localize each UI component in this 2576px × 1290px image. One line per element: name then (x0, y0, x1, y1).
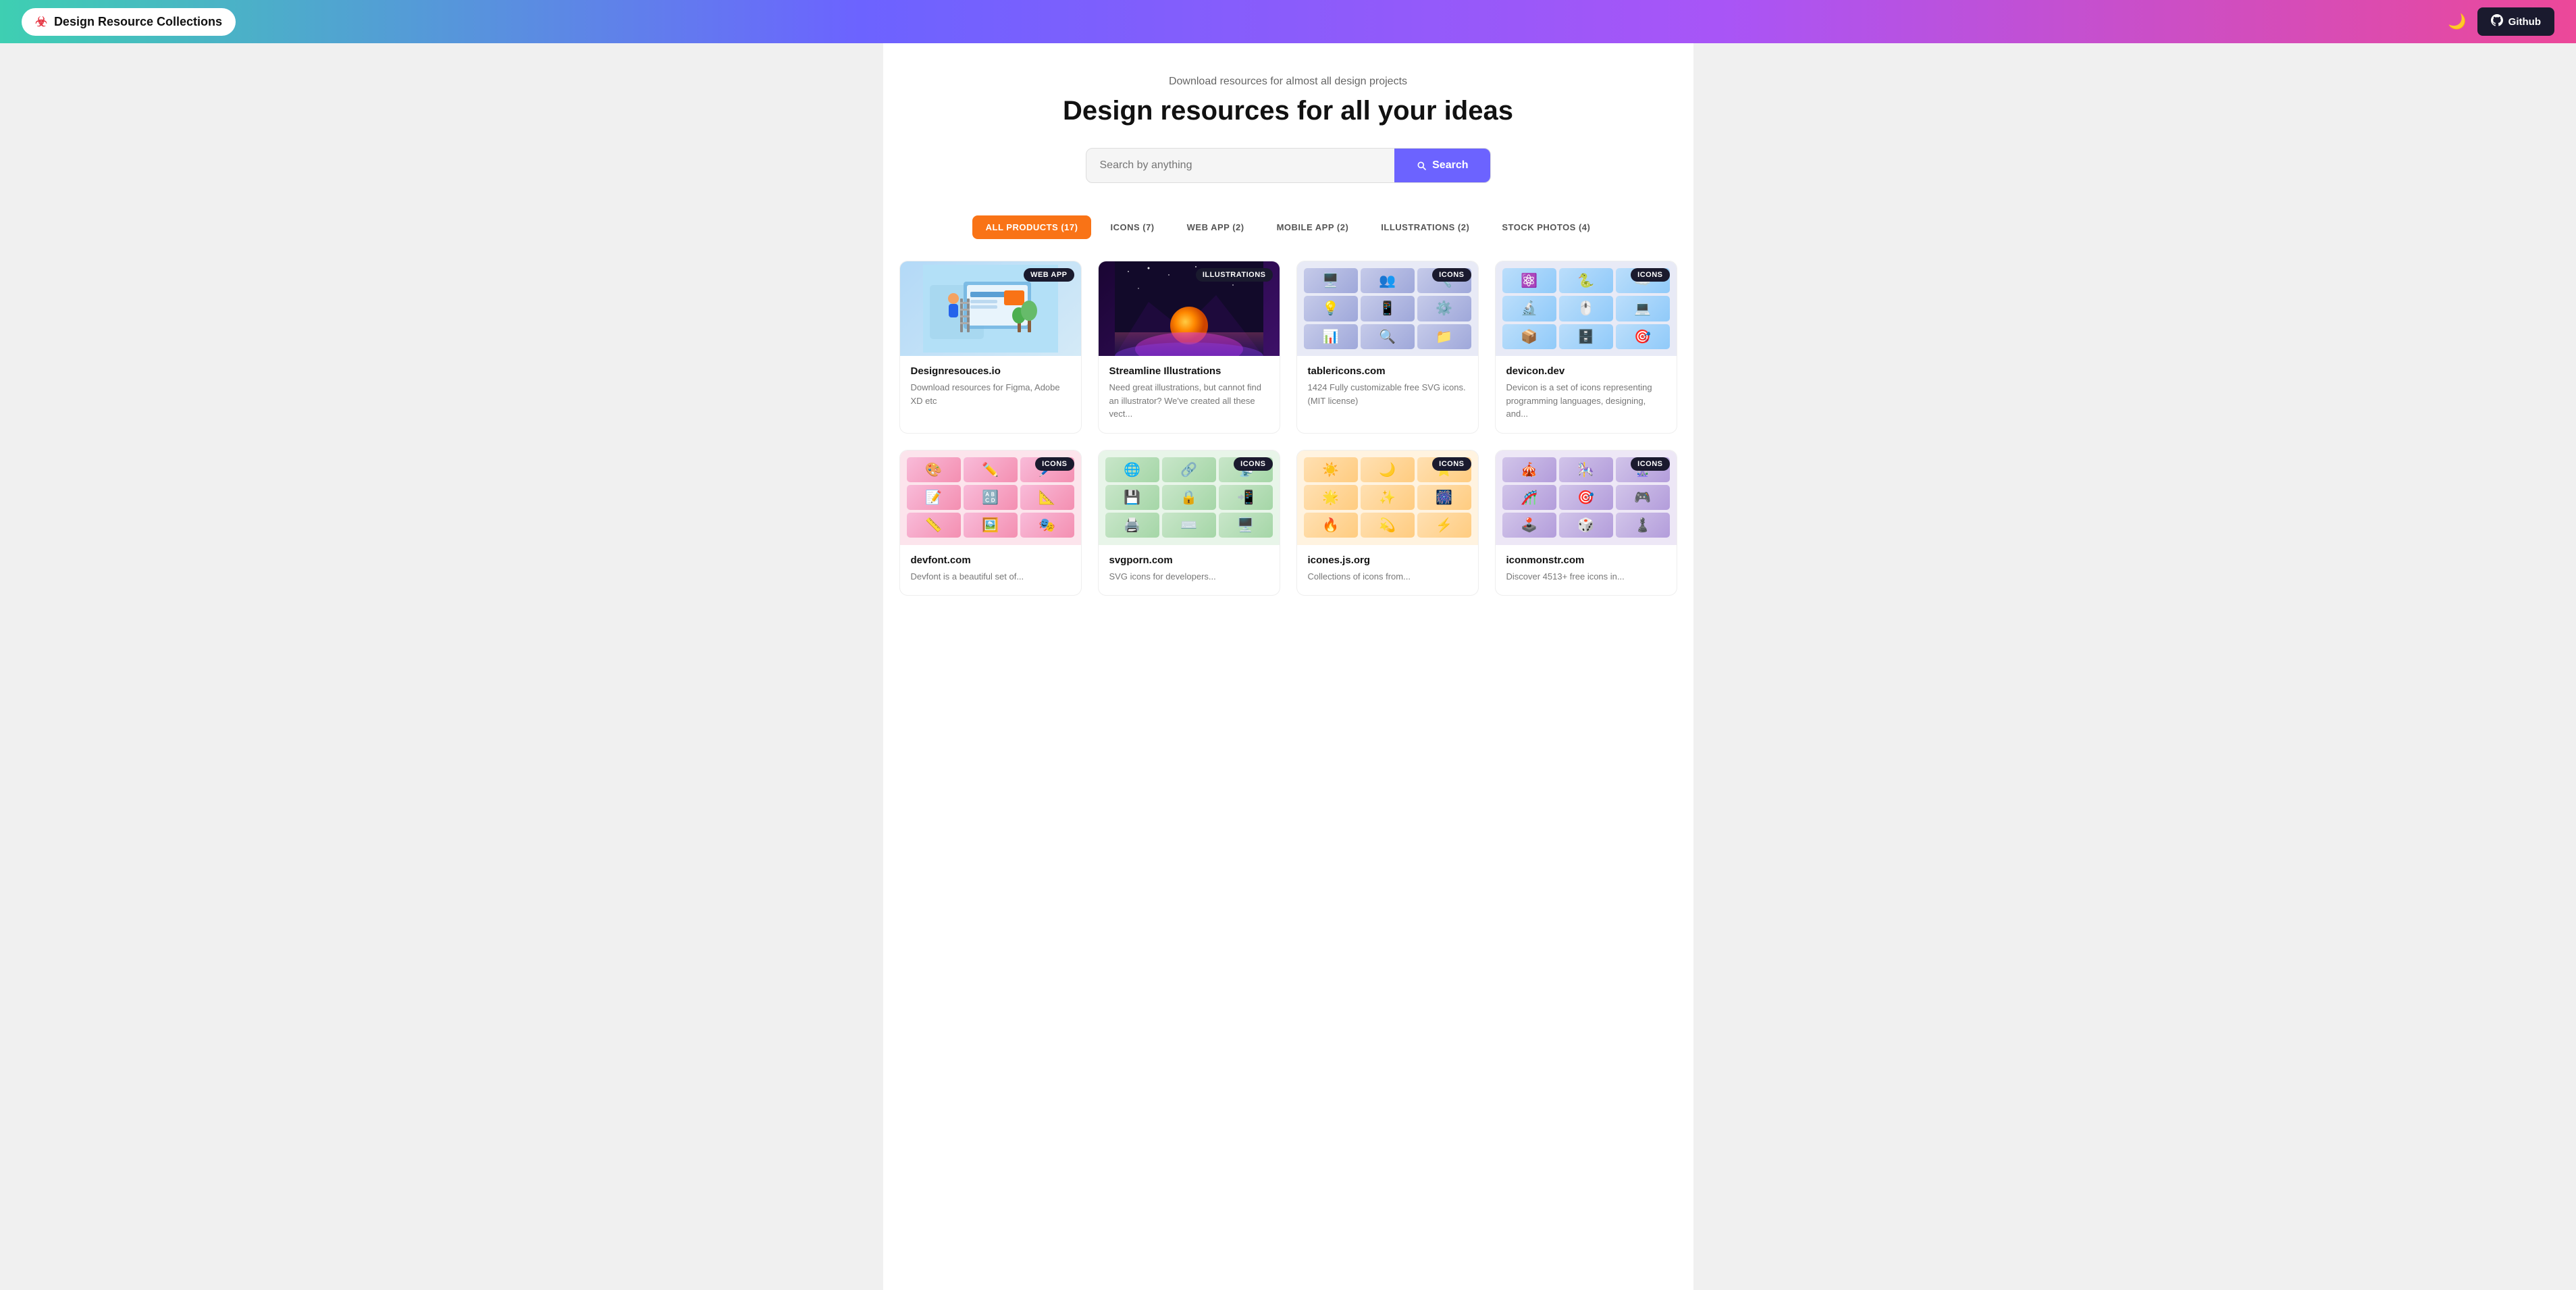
github-button[interactable]: Github (2477, 7, 2554, 36)
filter-tabs: ALL PRODUCTS (17) ICONS (7) WEB APP (2) … (899, 215, 1677, 239)
brand[interactable]: ☣ Design Resource Collections (22, 8, 236, 36)
tab-all-products[interactable]: ALL PRODUCTS (17) (972, 215, 1092, 239)
card-badge-illustrations: ILLUSTRATIONS (1196, 268, 1273, 282)
brand-label: Design Resource Collections (54, 15, 222, 29)
card-title: devfont.com (911, 554, 1070, 566)
card-iconesjs[interactable]: ☀️ 🌙 ⭐ 🌟 ✨ 🎆 🔥 💫 ⚡ ICONS icones.js.org C… (1296, 450, 1479, 596)
card-title: icones.js.org (1308, 554, 1467, 566)
card-devicon[interactable]: ⚛️ 🐍 ☁️ 🔬 🖱️ 💻 📦 🗄️ 🎯 ICONS devicon.dev … (1495, 261, 1677, 434)
card-badge-icons-devfont: ICONS (1035, 457, 1074, 471)
card-iconmonstr[interactable]: 🎪 🎠 🎡 🎢 🎯 🎮 🕹️ 🎲 ♟️ ICONS iconmonstr.com… (1495, 450, 1677, 596)
card-image: ⚛️ 🐍 ☁️ 🔬 🖱️ 💻 📦 🗄️ 🎯 ICONS (1496, 261, 1677, 356)
card-image: 🌐 🔗 📡 💾 🔒 📲 🖨️ ⌨️ 🖥️ ICONS (1099, 450, 1280, 545)
card-devfont[interactable]: 🎨 ✏️ 🖊️ 📝 🔠 📐 📏 🖼️ 🎭 ICONS devfont.com D… (899, 450, 1082, 596)
card-title: Streamline Illustrations (1109, 365, 1269, 377)
card-title: devicon.dev (1506, 365, 1666, 377)
card-desc: Devfont is a beautiful set of... (911, 570, 1070, 584)
card-body: tablericons.com 1424 Fully customizable … (1297, 356, 1478, 419)
card-title: tablericons.com (1308, 365, 1467, 377)
github-icon (2491, 14, 2503, 29)
card-body: svgporn.com SVG icons for developers... (1099, 545, 1280, 596)
card-desc: Download resources for Figma, Adobe XD e… (911, 381, 1070, 407)
card-image: ILLUSTRATIONS (1099, 261, 1280, 356)
card-body: icones.js.org Collections of icons from.… (1297, 545, 1478, 596)
card-image: 🖥️ 👥 🔧 💡 📱 ⚙️ 📊 🔍 📁 ICONS (1297, 261, 1478, 356)
card-title: iconmonstr.com (1506, 554, 1666, 566)
search-button-label: Search (1432, 159, 1468, 172)
card-badge-icons-iconesjs: ICONS (1432, 457, 1471, 471)
card-desc: Discover 4513+ free icons in... (1506, 570, 1666, 584)
card-badge-icons-svgporn: ICONS (1234, 457, 1272, 471)
search-bar: Search (1086, 148, 1491, 183)
card-desc: Collections of icons from... (1308, 570, 1467, 584)
card-image: 🎨 ✏️ 🖊️ 📝 🔠 📐 📏 🖼️ 🎭 ICONS (900, 450, 1081, 545)
card-image: WEB APP (900, 261, 1081, 356)
card-streamline[interactable]: ILLUSTRATIONS Streamline Illustrations N… (1098, 261, 1280, 434)
card-svgporn[interactable]: 🌐 🔗 📡 💾 🔒 📲 🖨️ ⌨️ 🖥️ ICONS svgporn.com S… (1098, 450, 1280, 596)
search-icon (1416, 160, 1427, 171)
moon-icon: 🌙 (2448, 13, 2466, 30)
card-designresouces[interactable]: WEB APP Designresouces.io Download resou… (899, 261, 1082, 434)
github-label: Github (2508, 16, 2541, 28)
card-badge-icons-iconmonstr: ICONS (1631, 457, 1669, 471)
card-body: devicon.dev Devicon is a set of icons re… (1496, 356, 1677, 433)
tab-mobile-app[interactable]: MOBILE APP (2) (1263, 215, 1363, 239)
hero-subtitle: Download resources for almost all design… (899, 76, 1677, 88)
card-body: devfont.com Devfont is a beautiful set o… (900, 545, 1081, 596)
card-body: iconmonstr.com Discover 4513+ free icons… (1496, 545, 1677, 596)
card-badge-webapp: WEB APP (1024, 268, 1074, 282)
card-badge-icons: ICONS (1432, 268, 1471, 282)
card-desc: SVG icons for developers... (1109, 570, 1269, 584)
card-title: svgporn.com (1109, 554, 1269, 566)
dark-mode-button[interactable]: 🌙 (2448, 13, 2466, 30)
card-body: Streamline Illustrations Need great illu… (1099, 356, 1280, 433)
card-body: Designresouces.io Download resources for… (900, 356, 1081, 419)
card-desc: 1424 Fully customizable free SVG icons. … (1308, 381, 1467, 407)
tab-icons[interactable]: ICONS (7) (1097, 215, 1167, 239)
card-title: Designresouces.io (911, 365, 1070, 377)
tab-stock-photos[interactable]: STOCK PHOTOS (4) (1488, 215, 1604, 239)
tab-illustrations[interactable]: ILLUSTRATIONS (2) (1367, 215, 1483, 239)
card-tablericons[interactable]: 🖥️ 👥 🔧 💡 📱 ⚙️ 📊 🔍 📁 ICONS tablericons.co… (1296, 261, 1479, 434)
card-badge-icons-devicon: ICONS (1631, 268, 1669, 282)
cards-grid: WEB APP Designresouces.io Download resou… (899, 261, 1677, 596)
main-content: Download resources for almost all design… (883, 43, 1693, 1290)
biohazard-icon: ☣ (35, 14, 47, 30)
card-image: 🎪 🎠 🎡 🎢 🎯 🎮 🕹️ 🎲 ♟️ ICONS (1496, 450, 1677, 545)
hero-section: Download resources for almost all design… (899, 76, 1677, 183)
navbar: ☣ Design Resource Collections 🌙 Github (0, 0, 2576, 43)
card-desc: Need great illustrations, but cannot fin… (1109, 381, 1269, 421)
hero-title: Design resources for all your ideas (899, 96, 1677, 126)
search-button[interactable]: Search (1394, 149, 1490, 182)
card-image: ☀️ 🌙 ⭐ 🌟 ✨ 🎆 🔥 💫 ⚡ ICONS (1297, 450, 1478, 545)
card-desc: Devicon is a set of icons representing p… (1506, 381, 1666, 421)
tab-web-app[interactable]: WEB APP (2) (1174, 215, 1258, 239)
search-input[interactable] (1086, 149, 1395, 182)
navbar-right: 🌙 Github (2448, 7, 2554, 36)
